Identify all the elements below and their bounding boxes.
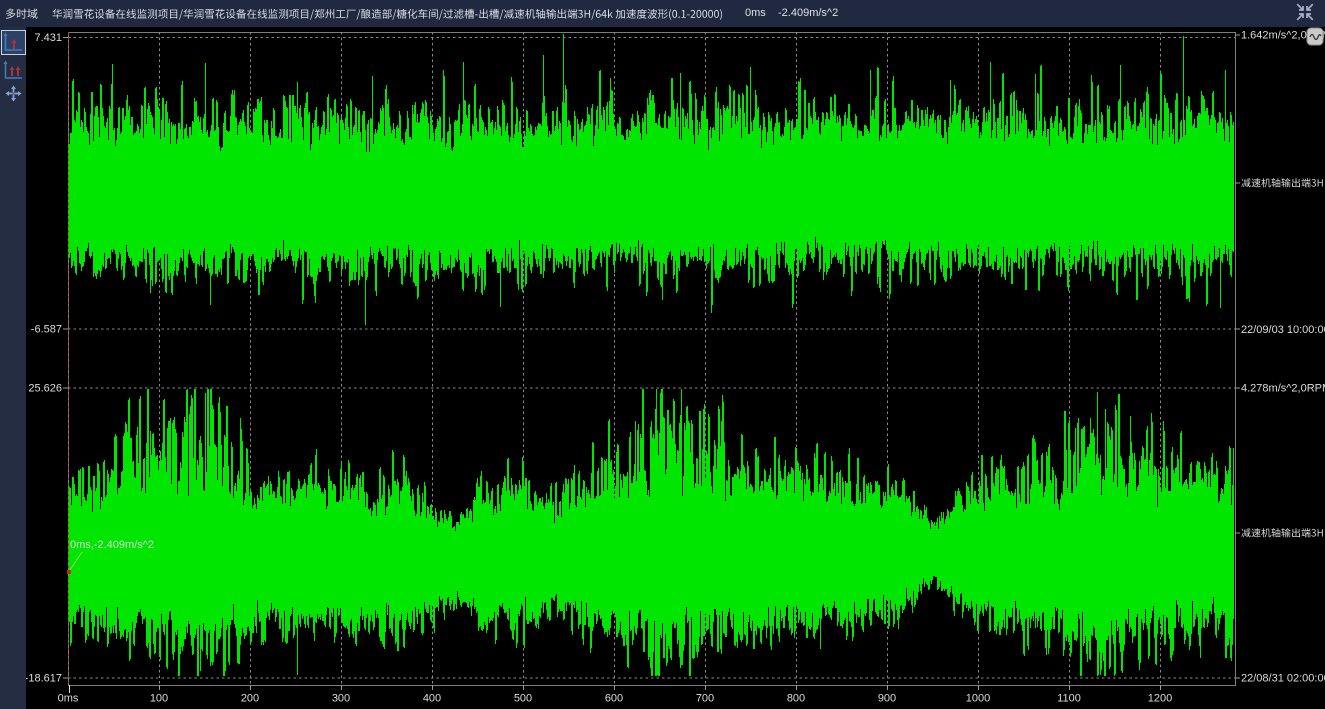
svg-text:1200: 1200 bbox=[1148, 693, 1172, 705]
svg-text:500: 500 bbox=[514, 693, 532, 705]
svg-text:-18.617: -18.617 bbox=[25, 673, 62, 685]
svg-text:900: 900 bbox=[878, 693, 896, 705]
svg-text:-6.587: -6.587 bbox=[31, 324, 62, 336]
svg-text:400: 400 bbox=[423, 693, 441, 705]
svg-text:22/09/03 10:00:00: 22/09/03 10:00:00 bbox=[1241, 324, 1325, 336]
svg-text:1100: 1100 bbox=[1057, 693, 1081, 705]
svg-text:200: 200 bbox=[241, 693, 259, 705]
svg-text:100: 100 bbox=[150, 693, 168, 705]
svg-text:22/08/31 02:00:00: 22/08/31 02:00:00 bbox=[1241, 673, 1325, 685]
svg-text:700: 700 bbox=[696, 693, 714, 705]
svg-text:0ms: 0ms bbox=[58, 693, 79, 705]
svg-text:25.626: 25.626 bbox=[28, 383, 62, 395]
svg-text:800: 800 bbox=[787, 693, 805, 705]
svg-text:600: 600 bbox=[605, 693, 623, 705]
svg-text:0ms,-2.409m/s^2: 0ms,-2.409m/s^2 bbox=[70, 539, 154, 551]
svg-text:300: 300 bbox=[332, 693, 350, 705]
svg-text:7.431: 7.431 bbox=[34, 32, 62, 44]
svg-text:4.278m/s^2,0RPM: 4.278m/s^2,0RPM bbox=[1241, 383, 1325, 395]
svg-text:1000: 1000 bbox=[966, 693, 990, 705]
